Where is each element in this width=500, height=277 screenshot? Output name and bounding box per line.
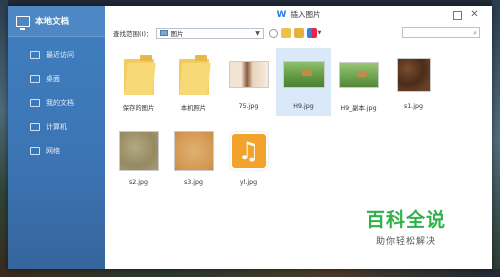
image-thumbnail xyxy=(338,61,379,88)
list-item[interactable]: s1.jpg xyxy=(386,48,441,116)
sidebar-item-documents[interactable]: 我的文档 xyxy=(8,91,105,115)
chevron-down-icon: ▼ xyxy=(255,29,260,37)
toolbar: 查找范围(I)： 图片 ▼ ▼ ⌕ xyxy=(105,24,492,42)
close-button[interactable]: ✕ xyxy=(470,10,479,20)
search-icon: ⌕ xyxy=(473,29,477,37)
image-thumbnail xyxy=(228,61,269,88)
list-item[interactable]: ♫ yl.jpg xyxy=(221,124,276,192)
list-item[interactable]: H9_副本.jpg xyxy=(331,48,386,116)
maximize-button[interactable] xyxy=(453,11,462,20)
sidebar-item-desktop[interactable]: 桌面 xyxy=(8,67,105,91)
folder-icon xyxy=(123,54,156,95)
list-item[interactable]: s3.jpg xyxy=(166,124,221,192)
back-icon[interactable] xyxy=(268,28,278,38)
list-item[interactable]: 保存的图片 xyxy=(111,48,166,116)
sidebar: 本地文档 最近访问 桌面 我的文档 计算机 网络 xyxy=(8,6,105,269)
list-item[interactable]: 本机照片 xyxy=(166,48,221,116)
sidebar-item-label: 计算机 xyxy=(46,123,67,131)
list-item[interactable]: 75.jpg xyxy=(221,48,276,116)
music-note-icon: ♫ xyxy=(229,131,268,170)
desktop-background-bottom xyxy=(0,269,500,277)
up-folder-icon[interactable] xyxy=(280,28,291,38)
search-input[interactable]: ⌕ xyxy=(402,27,480,38)
new-folder-icon[interactable] xyxy=(293,28,304,38)
picture-folder-icon xyxy=(159,30,168,36)
file-name: H9.jpg xyxy=(293,103,314,110)
sidebar-item-label: 我的文档 xyxy=(46,99,74,107)
title-bar: W 插入图片 ✕ xyxy=(105,6,492,23)
file-name: H9_副本.jpg xyxy=(340,105,377,112)
watermark-title: 百科全说 xyxy=(366,209,447,231)
file-name: s2.jpg xyxy=(128,179,149,186)
desktop-background-left xyxy=(0,0,8,277)
watermark-subtitle: 助你轻松解决 xyxy=(376,237,437,247)
image-thumbnail xyxy=(173,130,214,171)
dialog-title: 插入图片 xyxy=(290,10,321,19)
view-dropdown-icon[interactable]: ▼ xyxy=(318,30,322,36)
watermark: 百科全说 助你轻松解决 xyxy=(366,205,446,247)
recent-icon xyxy=(30,51,40,59)
network-icon xyxy=(30,147,40,155)
file-name: 75.jpg xyxy=(238,103,259,110)
file-name: 本机照片 xyxy=(180,105,207,112)
scope-value: 图片 xyxy=(170,30,184,38)
image-thumbnail xyxy=(118,130,159,171)
image-thumbnail xyxy=(396,57,431,92)
view-icon[interactable] xyxy=(306,28,317,38)
monitor-icon xyxy=(16,15,30,30)
sidebar-item-recent[interactable]: 最近访问 xyxy=(8,43,105,67)
sidebar-item-network[interactable]: 网络 xyxy=(8,139,105,163)
desktop-background-right xyxy=(492,0,500,277)
wps-logo-icon: W xyxy=(276,9,287,20)
desktop-icon xyxy=(30,75,40,83)
file-name: s3.jpg xyxy=(183,179,204,186)
scope-label: 查找范围(I)： xyxy=(113,30,153,38)
image-thumbnail xyxy=(282,61,325,88)
file-name: yl.jpg xyxy=(239,179,258,186)
folder-icon xyxy=(178,54,211,95)
list-item[interactable]: s2.jpg xyxy=(111,124,166,192)
sidebar-item-computer[interactable]: 计算机 xyxy=(8,115,105,139)
list-item[interactable]: H9.jpg xyxy=(276,48,331,116)
sidebar-item-label: 最近访问 xyxy=(46,51,74,59)
sidebar-header[interactable]: 本地文档 xyxy=(8,6,105,37)
sidebar-item-label: 网络 xyxy=(46,147,60,155)
sidebar-item-label: 桌面 xyxy=(46,75,60,83)
scope-select[interactable]: 图片 ▼ xyxy=(155,27,264,39)
sidebar-header-label: 本地文档 xyxy=(35,17,70,27)
folder-icon xyxy=(30,99,40,107)
file-name: 保存的图片 xyxy=(122,105,155,112)
file-name: s1.jpg xyxy=(403,103,424,110)
computer-icon xyxy=(30,123,40,131)
